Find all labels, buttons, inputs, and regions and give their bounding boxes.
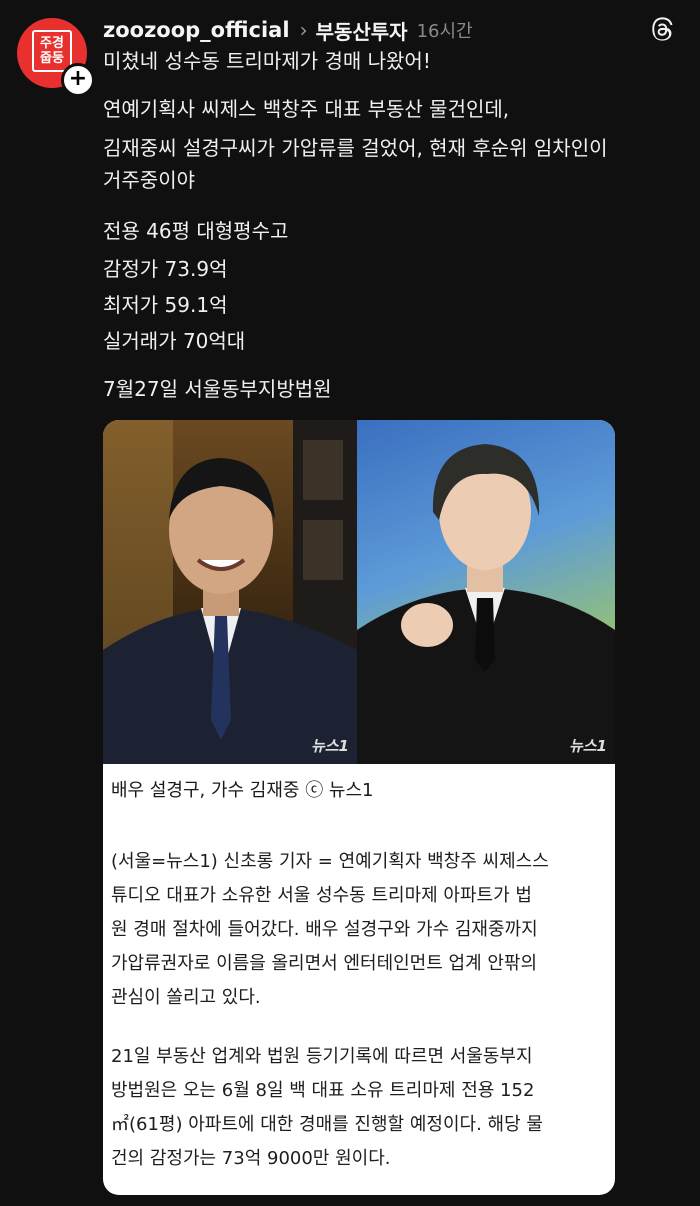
news1-watermark-left: 뉴스1 (310, 737, 349, 755)
photo-actor: 뉴스1 (103, 420, 357, 764)
article-line-1: (서울=뉴스1) 신초롱 기자 = 연예기획자 백창주 씨제스스 (111, 851, 549, 872)
article-line-6: 21일 부동산 업계와 법원 등기기록에 따르면 서울동부지 (111, 1046, 533, 1067)
post-text-line-5: 전용 46평 대형평수고 (103, 219, 289, 243)
article-line-8: ㎡(61평) 아파트에 대한 경매를 진행할 예정이다. 해당 물 (111, 1114, 543, 1135)
post-text-line-4: 거주중이야 (103, 168, 195, 192)
post-header: zoozoop_official › 부동산투자 16시간 (103, 13, 473, 47)
post-text-line-9: 7월27일 서울동부지방법원 (103, 377, 332, 401)
avatar-logo: 주경 줍둥 (32, 30, 72, 72)
article-line-9: 건의 감정가는 73억 9000만 원이다. (111, 1148, 391, 1169)
article-line-7: 방법원은 오는 6월 8일 백 대표 소유 트리마제 전용 152 (111, 1080, 535, 1101)
article-line-5: 관심이 쏠리고 있다. (111, 987, 261, 1008)
article-line-2: 튜디오 대표가 소유한 서울 성수동 트리마제 아파트가 법 (111, 885, 532, 906)
article-line-3: 원 경매 절차에 들어갔다. 배우 설경구와 가수 김재중까지 (111, 919, 538, 940)
post-text-line-8: 실거래가 70억대 (103, 329, 246, 353)
avatar-text-bottom: 줍둥 (40, 51, 64, 66)
post-timestamp: 16시간 (416, 21, 473, 42)
threads-post: 주경 줍둥 + zoozoop_official › 부동산투자 16시간 미쳤… (0, 0, 700, 1206)
person-illustration-right (357, 444, 615, 764)
photo-caption: 배우 설경구, 가수 김재중 ⓒ 뉴스1 (111, 780, 374, 801)
follow-plus-button[interactable]: + (61, 63, 95, 97)
post-text-line-6: 감정가 73.9억 (103, 257, 228, 281)
topic-tag[interactable]: 부동산투자 (316, 16, 408, 45)
post-text-line-3: 김재중씨 설경구씨가 가압류를 걸었어, 현재 후순위 임차인이 (103, 136, 608, 160)
post-text-line-1: 미쳤네 성수동 트리마제가 경매 나왔어! (103, 49, 431, 73)
avatar-text-top: 주경 (40, 36, 64, 51)
person-illustration-left (103, 420, 357, 764)
news1-watermark-right: 뉴스1 (568, 737, 607, 755)
article-line-4: 가압류권자로 이름을 올리면서 엔터테인먼트 업계 안팎의 (111, 953, 538, 974)
chevron-right-icon: › (299, 18, 308, 42)
username[interactable]: zoozoop_official (103, 18, 290, 42)
post-text-line-7: 최저가 59.1억 (103, 293, 228, 317)
threads-icon[interactable] (648, 16, 676, 44)
news-card[interactable]: 뉴스1 뉴스1 배우 설경구, 가수 김재중 ⓒ 뉴스1 (서울=뉴스1) 신초… (103, 420, 615, 1195)
photo-singer: 뉴스1 (357, 420, 615, 764)
post-text-line-2: 연예기획사 씨제스 백창주 대표 부동산 물건인데, (103, 97, 510, 121)
